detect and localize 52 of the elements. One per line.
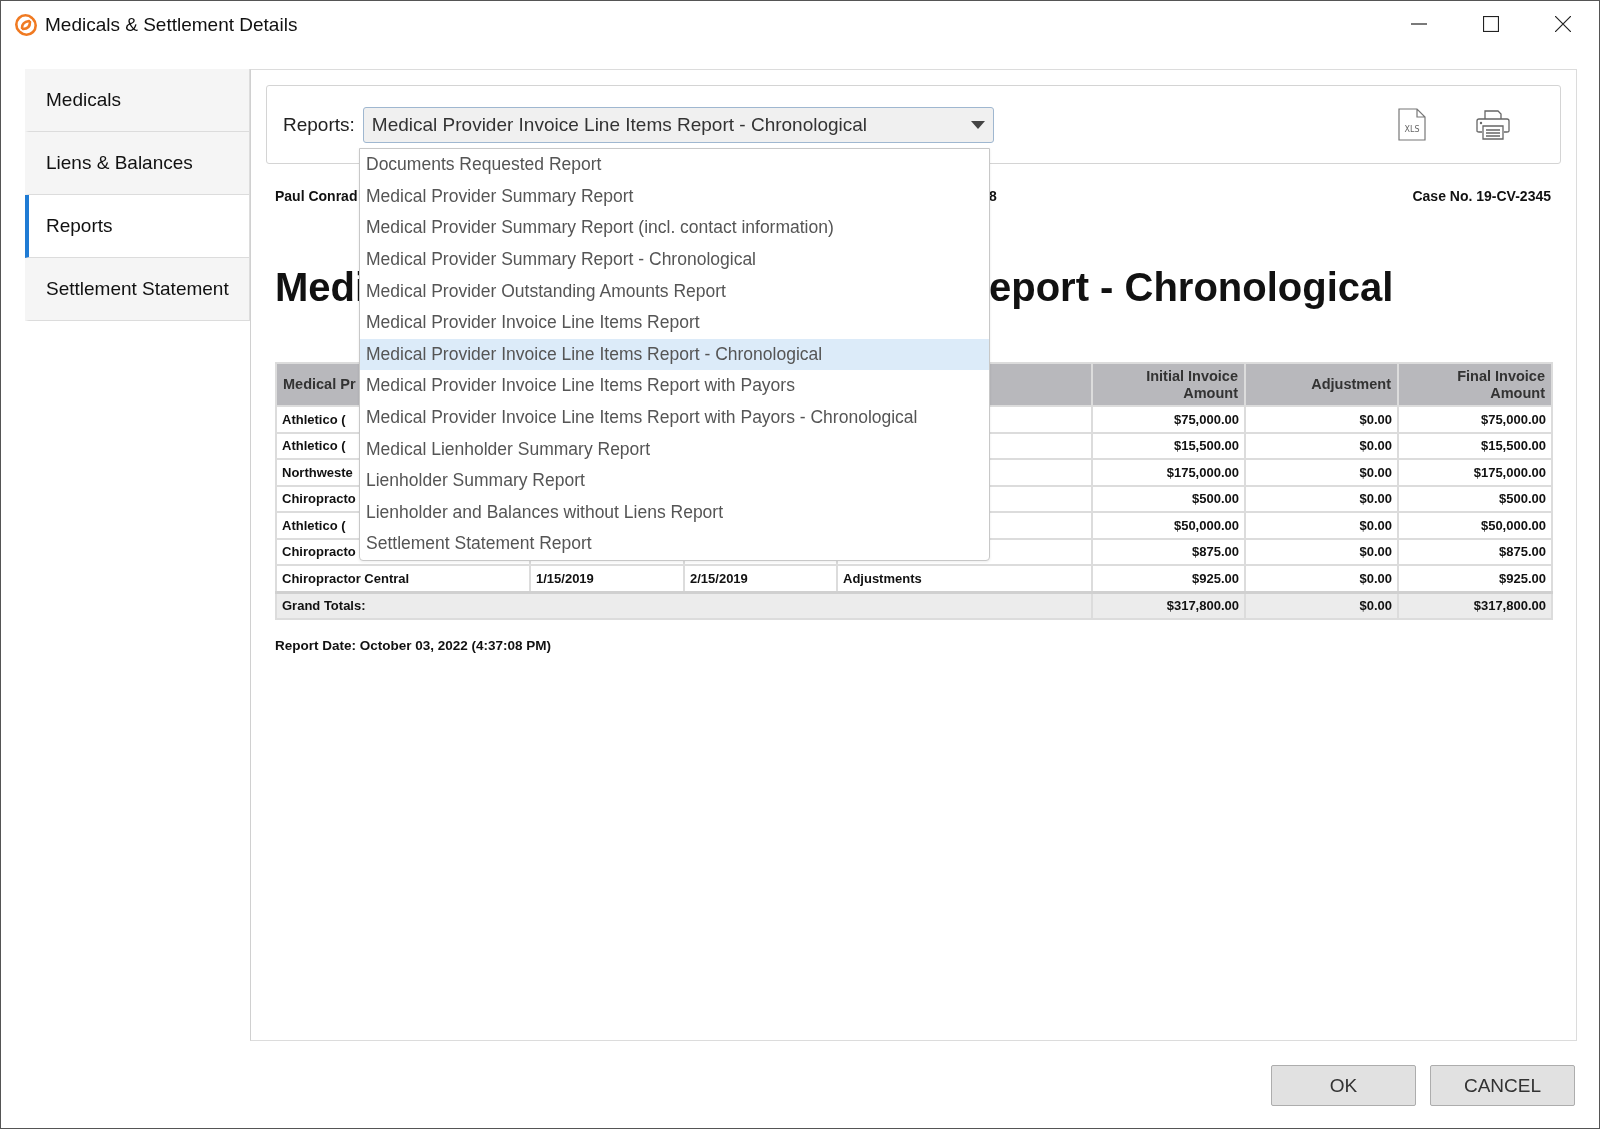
table-cell: $0.00 [1245,406,1398,433]
caret-icon [970,120,985,129]
column-header: Initial Invoice Amount [1092,363,1245,406]
dropdown-option[interactable]: Medical Provider Invoice Line Items Report [360,306,989,339]
table-cell: $75,000.00 [1398,406,1552,433]
table-cell: $75,000.00 [1092,406,1245,433]
report-header-text: 8 [989,188,997,204]
window-title: Medicals & Settlement Details [45,14,299,36]
table-cell: $175,000.00 [1398,459,1552,486]
table-cell: $0.00 [1245,538,1398,565]
table-cell: $317,800.00 [1398,592,1552,619]
minimize-icon [1411,23,1427,25]
table-cell: $0.00 [1245,432,1398,459]
sidebar-tab[interactable]: Settlement Statement [25,258,250,321]
table-cell: $875.00 [1092,538,1245,565]
sidebar-tab[interactable]: Medicals [25,69,250,132]
table-cell: $500.00 [1092,485,1245,512]
column-header: Adjustment [1245,363,1398,406]
dropdown-option[interactable]: Medical Provider Summary Report (incl. contact information) [360,212,989,244]
table-cell: $15,500.00 [1398,432,1552,459]
app-logo-icon [13,12,39,38]
table-cell: $50,000.00 [1092,512,1245,539]
table-cell: $15,500.00 [1092,432,1245,459]
table-cell: $175,000.00 [1092,459,1245,486]
dropdown-option[interactable]: Medical Provider Summary Report [360,180,989,213]
table-cell: $875.00 [1398,538,1552,565]
dropdown-option[interactable]: Medical Provider Summary Report - Chronological [360,243,989,276]
dropdown-option[interactable]: Medical Provider Outstanding Amounts Report [360,275,989,307]
table-cell: $0.00 [1245,485,1398,512]
reports-label: Reports: [283,113,355,136]
sidebar-tab[interactable]: Reports [25,195,250,258]
table-cell: $0.00 [1245,512,1398,539]
dropdown-option[interactable]: Documents Requested Report [360,149,989,181]
table-cell: Grand Totals: [276,592,1092,619]
cancel-button[interactable]: CANCEL [1430,1065,1575,1106]
printer-icon[interactable] [1476,109,1510,140]
case-number: Case No. 19-CV-2345 [1412,188,1551,204]
table-cell: $500.00 [1398,485,1552,512]
ok-button[interactable]: OK [1271,1065,1416,1106]
report-date: Report Date: October 03, 2022 (4:37:08 PM) [275,638,553,653]
table-cell: $0.00 [1245,459,1398,486]
report-title: eport - Chronological [989,264,1394,310]
maximize-icon [1483,16,1499,32]
table-cell: $50,000.00 [1398,512,1552,539]
client-name: Paul Conrad [275,188,358,204]
table-cell: $0.00 [1245,592,1398,619]
dropdown-option[interactable]: Medical Provider Invoice Line Items Report - Chronological [360,338,989,371]
column-header: Final Invoice Amount [1398,363,1552,406]
close-icon [1555,16,1571,32]
sidebar-tab[interactable]: Liens & Balances [25,132,250,195]
table-cell: $317,800.00 [1092,592,1245,619]
report-select[interactable]: Medical Provider Invoice Line Items Report - Chronological [362,106,994,143]
